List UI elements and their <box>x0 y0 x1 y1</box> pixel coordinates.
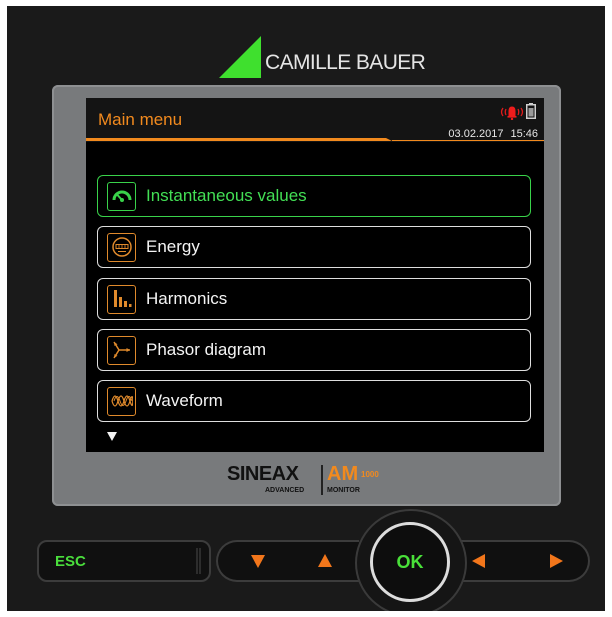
ok-label: OK <box>396 551 424 572</box>
brand-header: CAMILLE BAUER <box>215 34 455 80</box>
left-arrow-icon[interactable] <box>469 552 487 570</box>
alarm-bell-icon <box>500 106 524 120</box>
waveform-icon <box>110 395 133 407</box>
up-arrow-icon[interactable] <box>316 552 334 570</box>
energy-meter-icon <box>111 237 132 257</box>
navigation-pad-left <box>216 540 359 582</box>
brand-name: CAMILLE BAUER <box>265 51 426 74</box>
product-brand: SINEAX <box>227 463 299 485</box>
camille-bauer-logo-icon <box>219 36 261 78</box>
menu-item-instantaneous-values[interactable]: Instantaneous values <box>97 175 531 217</box>
menu-item-label: Instantaneous values <box>146 186 307 205</box>
ok-button[interactable]: OK <box>370 522 450 602</box>
gauge-icon <box>112 190 131 202</box>
harmonics-bars-icon <box>113 290 131 307</box>
menu-item-energy[interactable]: Energy <box>97 226 531 268</box>
battery-icon <box>526 103 536 119</box>
product-line: ADVANCED <box>265 487 305 494</box>
down-arrow-icon[interactable] <box>249 552 267 570</box>
page-title: Main menu <box>98 110 183 129</box>
grip-ridge-icon <box>196 548 201 574</box>
device-panel: CAMILLE BAUER Main menu 03.02.2017 15:46… <box>7 6 605 611</box>
menu-item-label: Waveform <box>146 391 223 410</box>
menu-item-phasor-diagram[interactable]: Phasor diagram <box>97 329 531 371</box>
product-model: AM <box>327 463 359 485</box>
product-model-suffix: 1000 <box>361 470 379 479</box>
screen-header: Main menu 03.02.2017 15:46 <box>86 98 544 142</box>
header-underline <box>86 138 544 141</box>
right-arrow-icon[interactable] <box>548 552 566 570</box>
product-type: MONITOR <box>327 487 360 494</box>
lcd-screen: Main menu 03.02.2017 15:46 Instantaneous… <box>86 98 544 452</box>
esc-button[interactable]: ESC <box>37 540 211 582</box>
navigation-pad-right <box>447 540 590 582</box>
menu-item-waveform[interactable]: Waveform <box>97 380 531 422</box>
scroll-down-icon[interactable] <box>106 430 118 442</box>
phasor-diagram-icon <box>112 341 130 359</box>
menu-item-harmonics[interactable]: Harmonics <box>97 278 531 320</box>
menu-item-label: Energy <box>146 237 200 256</box>
keypad: ESC OK <box>7 509 605 611</box>
logo-divider <box>321 465 323 495</box>
menu-item-label: Harmonics <box>146 289 228 308</box>
product-logo: SINEAX ADVANCED AM 1000 MONITOR <box>227 461 397 501</box>
esc-label: ESC <box>55 552 86 570</box>
menu-item-label: Phasor diagram <box>146 340 267 359</box>
